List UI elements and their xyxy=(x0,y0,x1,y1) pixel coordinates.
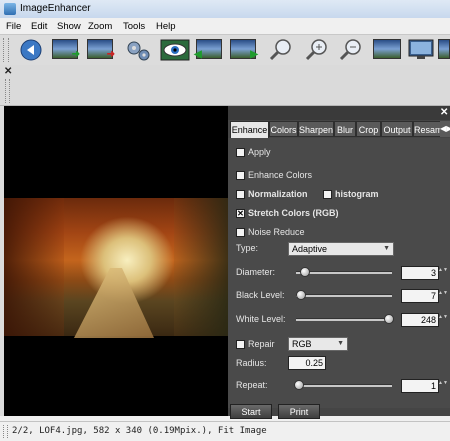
image-thumbnail-icon[interactable] xyxy=(373,39,401,59)
image-back-arrow-icon[interactable]: ◀ xyxy=(194,39,222,60)
repair-mode-value: RGB xyxy=(292,339,312,349)
panel-close-icon[interactable]: ✕ xyxy=(440,107,448,118)
normalization-label: Normalization xyxy=(248,189,308,199)
menu-help[interactable]: Help xyxy=(156,21,176,32)
repair-label: Repair xyxy=(248,339,275,349)
white-level-slider[interactable] xyxy=(296,318,392,321)
histogram-checkbox[interactable] xyxy=(323,190,332,199)
enhance-colors-checkbox[interactable] xyxy=(236,171,245,180)
tab-scroll-arrows[interactable]: ◀▶ xyxy=(440,121,450,137)
close-icon[interactable]: ✕ xyxy=(4,66,12,77)
toolbar-grip[interactable] xyxy=(3,38,9,62)
zoom-icon xyxy=(269,39,291,61)
tab-crop[interactable]: Crop xyxy=(356,121,381,137)
zoom-out-button[interactable] xyxy=(338,38,364,61)
back-icon xyxy=(20,39,42,61)
diameter-value[interactable]: 3 ▲▼ xyxy=(401,266,448,280)
settings-button[interactable] xyxy=(124,38,150,61)
start-button[interactable]: Start xyxy=(230,404,272,419)
back-button[interactable] xyxy=(18,38,44,61)
title-bar: ImageEnhancer xyxy=(0,0,450,19)
image-preview xyxy=(4,198,228,338)
menu-zoom[interactable]: Zoom xyxy=(88,21,112,32)
tab-blur[interactable]: Blur xyxy=(334,121,356,137)
panel-tabs: Enhance Colors Sharpen Blur Crop Output … xyxy=(230,120,450,139)
black-level-slider-knob[interactable] xyxy=(296,290,306,300)
black-level-label: Black Level: xyxy=(236,290,285,300)
diameter-slider[interactable] xyxy=(296,271,392,274)
type-select-value: Adaptive xyxy=(292,244,328,254)
normalization-checkbox[interactable] xyxy=(236,190,245,199)
type-label: Type: xyxy=(236,243,259,253)
enhance-content: Apply Enhance Colors Normalization histo… xyxy=(228,138,450,408)
image-to-red-arrow-icon[interactable]: ➜ xyxy=(87,39,115,60)
menu-bar: File Edit Show Zoom Tools Help xyxy=(0,18,450,34)
repeat-slider-knob[interactable] xyxy=(294,380,304,390)
tab-enhance[interactable]: Enhance xyxy=(230,121,269,139)
secondary-grip[interactable] xyxy=(5,79,10,103)
menu-tools[interactable]: Tools xyxy=(123,21,145,32)
white-level-value[interactable]: 248 ▲▼ xyxy=(401,313,448,327)
stretch-colors-label: Stretch Colors (RGB) xyxy=(248,208,339,218)
menu-show[interactable]: Show xyxy=(57,21,81,32)
repeat-value[interactable]: 1 ▲▼ xyxy=(401,379,448,393)
repair-checkbox[interactable] xyxy=(236,340,245,349)
radius-value[interactable]: 0.25 xyxy=(288,356,326,370)
eye-icon xyxy=(160,39,190,61)
tab-output[interactable]: Output xyxy=(381,121,413,137)
app-icon xyxy=(4,3,16,15)
stretch-colors-checkbox[interactable]: ✕ xyxy=(236,209,245,218)
diameter-slider-knob[interactable] xyxy=(300,267,310,277)
enhance-colors-label: Enhance Colors xyxy=(248,170,313,180)
black-level-value[interactable]: 7 ▲▼ xyxy=(401,289,448,303)
tab-sharpen[interactable]: Sharpen xyxy=(298,121,334,137)
radius-label: Radius: xyxy=(236,358,267,368)
image-frame-icon[interactable] xyxy=(438,39,450,59)
zoom-in-icon xyxy=(305,39,327,61)
menu-edit[interactable]: Edit xyxy=(31,21,47,32)
monitor-button[interactable] xyxy=(407,38,434,60)
monitor-icon xyxy=(408,39,434,59)
white-level-slider-knob[interactable] xyxy=(384,314,394,324)
toolbar: ➜ ➜ ◀ ▶ xyxy=(0,34,450,66)
repair-mode-select[interactable]: RGB ▼ xyxy=(288,337,348,351)
tab-colors[interactable]: Colors xyxy=(269,121,298,137)
apply-checkbox[interactable] xyxy=(236,148,245,157)
secondary-bar: ✕ xyxy=(0,65,450,106)
image-forward-arrow-icon[interactable]: ▶ xyxy=(230,39,258,60)
preview-button[interactable] xyxy=(160,38,190,61)
gears-icon xyxy=(127,41,150,61)
panel-header xyxy=(228,106,450,120)
repeat-slider[interactable] xyxy=(296,384,392,387)
zoom-in-button[interactable] xyxy=(304,38,330,61)
menu-file[interactable]: File xyxy=(6,21,21,32)
status-grip[interactable] xyxy=(3,425,8,438)
print-button[interactable]: Print xyxy=(278,404,320,419)
diameter-label: Diameter: xyxy=(236,267,276,277)
image-to-green-arrow-icon[interactable]: ➜ xyxy=(52,39,80,60)
apply-label: Apply xyxy=(248,147,271,157)
type-select[interactable]: Adaptive ▼ xyxy=(288,242,394,256)
chevron-down-icon: ▼ xyxy=(383,245,390,252)
repeat-label: Repeat: xyxy=(236,380,268,390)
zoom-out-icon xyxy=(339,39,361,61)
zoom-button[interactable] xyxy=(268,38,294,61)
tab-resample[interactable]: Resam xyxy=(413,121,441,137)
status-text: 2/2, LOF4.jpg, 582 x 340 (0.19Mpix.), Fi… xyxy=(12,426,267,436)
black-level-slider[interactable] xyxy=(296,294,392,297)
histogram-label: histogram xyxy=(335,189,379,199)
noise-reduce-label: Noise Reduce xyxy=(248,227,305,237)
noise-reduce-checkbox[interactable] xyxy=(236,228,245,237)
white-level-label: White Level: xyxy=(236,314,286,324)
chevron-down-icon: ▼ xyxy=(337,340,344,347)
window-title: ImageEnhancer xyxy=(20,3,91,14)
status-bar: 2/2, LOF4.jpg, 582 x 340 (0.19Mpix.), Fi… xyxy=(0,421,450,441)
